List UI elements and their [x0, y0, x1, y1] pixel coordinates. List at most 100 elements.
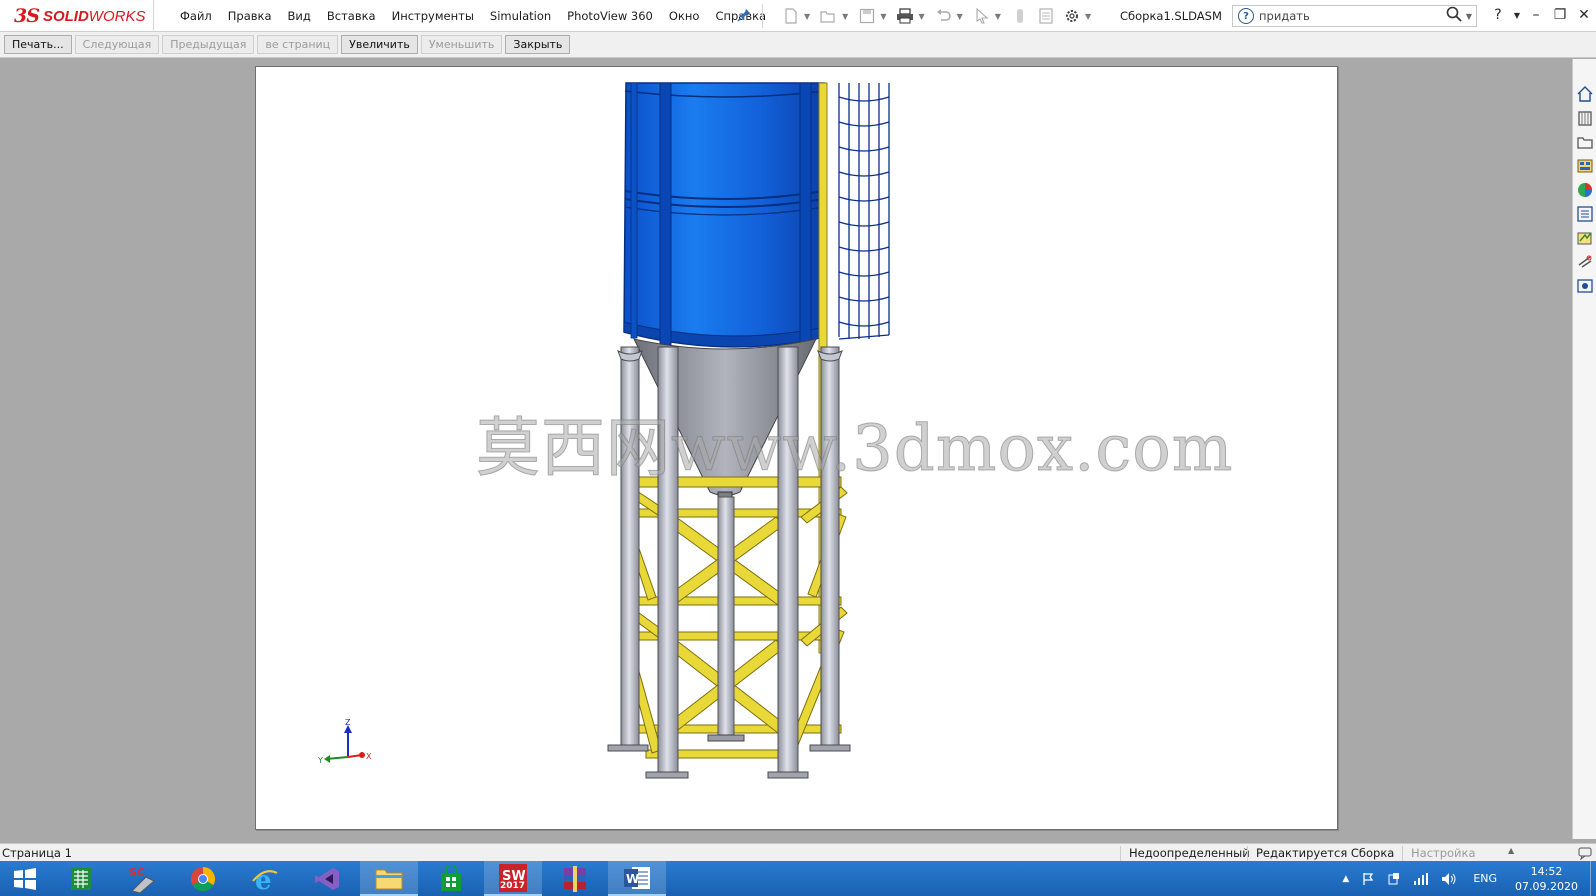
- store-icon: [441, 864, 461, 891]
- action-center-flag-icon[interactable]: [1361, 872, 1375, 886]
- undo-dropdown-caret[interactable]: ▼: [957, 12, 963, 21]
- file-properties-icon[interactable]: [1033, 5, 1059, 27]
- network-icon[interactable]: [1413, 872, 1429, 886]
- taskbar-solidworks-app[interactable]: SW 2017: [484, 861, 542, 896]
- chrome-icon: [191, 866, 215, 891]
- open-dropdown-caret[interactable]: ▼: [842, 12, 848, 21]
- previous-page-button[interactable]: Предыдущая: [162, 35, 255, 54]
- search-icon[interactable]: [1446, 6, 1462, 26]
- design-library-icon[interactable]: [1576, 109, 1594, 127]
- page-indicator: Страница 1: [2, 846, 72, 860]
- minimize-button[interactable]: –: [1524, 4, 1548, 26]
- taskbar-ie-app[interactable]: e: [236, 861, 294, 896]
- cage-ladder: [838, 83, 890, 340]
- solidworks-logo[interactable]: 3S SOLIDWORKS: [0, 0, 154, 32]
- language-indicator[interactable]: ENG: [1473, 872, 1497, 885]
- clock-time: 14:52: [1530, 864, 1563, 878]
- taskbar-calculator-app[interactable]: [52, 861, 110, 896]
- toolbox-icon[interactable]: [1576, 253, 1594, 271]
- clock-date: 07.09.2020: [1515, 879, 1578, 893]
- menu-photoview[interactable]: PhotoView 360: [559, 9, 661, 23]
- axis-triad: Z Y X: [318, 719, 372, 765]
- options-gear-icon[interactable]: [1059, 5, 1085, 27]
- save-icon[interactable]: [854, 5, 880, 27]
- search-dropdown-caret[interactable]: ▼: [1466, 12, 1472, 21]
- document-title: Сборка1.SLDASM: [1120, 9, 1222, 23]
- new-dropdown-caret[interactable]: ▼: [804, 12, 810, 21]
- quick-access-toolbar: ▼ ▼ ▼ ▼ ▼ ▼ ▼: [778, 4, 1097, 28]
- menu-insert[interactable]: Вставка: [319, 9, 384, 23]
- help-button[interactable]: ?: [1486, 4, 1510, 26]
- taskbar-file-explorer-app[interactable]: [360, 861, 418, 896]
- menu-file[interactable]: Файл: [172, 9, 220, 23]
- zoom-in-button[interactable]: Увеличить: [341, 35, 418, 54]
- taskbar-sc-app[interactable]: SC: [114, 861, 172, 896]
- menu-view[interactable]: Вид: [280, 9, 319, 23]
- new-document-icon[interactable]: [778, 5, 804, 27]
- search-box[interactable]: ? придать ▼: [1232, 5, 1477, 27]
- show-desktop-button[interactable]: [1590, 861, 1596, 896]
- custom-properties-icon[interactable]: [1576, 205, 1594, 223]
- sc-app-icon: SC: [129, 866, 155, 893]
- search-input[interactable]: придать: [1259, 9, 1446, 23]
- title-bar: 3S SOLIDWORKS Файл Правка Вид Вставка Ин…: [0, 0, 1596, 32]
- winrar-icon: [564, 865, 586, 892]
- home-icon[interactable]: [1576, 85, 1594, 103]
- pages-button[interactable]: ве страниц: [257, 35, 339, 54]
- taskbar-chrome-app[interactable]: [174, 861, 232, 896]
- logo-word-light: WORKS: [88, 7, 146, 25]
- settings-caret[interactable]: ▲: [1508, 846, 1514, 855]
- logo-word-bold: SOLID: [42, 7, 89, 25]
- rebuild-icon[interactable]: [1007, 5, 1033, 27]
- select-dropdown-caret[interactable]: ▼: [995, 12, 1001, 21]
- close-button[interactable]: ✕: [1572, 4, 1596, 26]
- task-pane: [1572, 59, 1596, 839]
- file-explorer-icon[interactable]: [1576, 133, 1594, 151]
- menu-tools[interactable]: Инструменты: [384, 9, 482, 23]
- windows-taskbar: SC e SW 2017 W ▲ ENG 14:52 07.09.2020: [0, 861, 1596, 896]
- show-hidden-icons-icon[interactable]: ▲: [1342, 874, 1349, 884]
- next-page-button[interactable]: Следующая: [74, 35, 160, 54]
- open-icon[interactable]: [816, 5, 842, 27]
- print-button[interactable]: Печать...: [4, 35, 72, 54]
- volume-icon[interactable]: [1441, 872, 1457, 886]
- restore-button[interactable]: ❐: [1548, 4, 1572, 26]
- pin-icon[interactable]: [737, 8, 751, 26]
- select-icon[interactable]: [969, 5, 995, 27]
- preview-page[interactable]: 莫西网www.3dmox.com Z Y X: [255, 66, 1338, 830]
- settings-status[interactable]: Настройка: [1402, 846, 1520, 861]
- status-tooltip-icon[interactable]: [1578, 846, 1592, 860]
- appearances-icon[interactable]: [1576, 181, 1594, 199]
- view-palette-icon[interactable]: [1576, 157, 1594, 175]
- folder-icon: [375, 869, 403, 889]
- device-icon[interactable]: [1387, 872, 1401, 886]
- watermark-text: 莫西网www.3dmox.com: [476, 412, 1234, 487]
- taskbar-store-app[interactable]: [422, 861, 480, 896]
- print-icon[interactable]: [892, 5, 918, 27]
- options-dropdown-caret[interactable]: ▼: [1085, 12, 1091, 21]
- solidworks-forum-icon[interactable]: [1576, 229, 1594, 247]
- system-tray: ▲ ENG 14:52 07.09.2020: [1336, 861, 1596, 896]
- triad-z-label: Z: [345, 719, 351, 727]
- print-preview-area: 莫西网www.3dmox.com Z Y X: [0, 59, 1572, 839]
- taskbar-word-app[interactable]: W: [608, 861, 666, 896]
- triad-x-label: X: [366, 752, 372, 761]
- print-dropdown-caret[interactable]: ▼: [918, 12, 924, 21]
- start-button[interactable]: [0, 861, 50, 896]
- visual-studio-icon: [315, 867, 339, 890]
- search-help-icon[interactable]: ?: [1238, 8, 1254, 24]
- recording-icon[interactable]: [1576, 277, 1594, 295]
- undo-icon[interactable]: [931, 5, 957, 27]
- taskbar-visual-studio-app[interactable]: [298, 861, 356, 896]
- close-preview-button[interactable]: Закрыть: [505, 35, 571, 54]
- taskbar-winrar-app[interactable]: [546, 861, 604, 896]
- menu-edit[interactable]: Правка: [220, 9, 280, 23]
- zoom-out-button[interactable]: Уменьшить: [420, 35, 503, 54]
- logo-wordmark: SOLIDWORKS: [43, 8, 146, 25]
- help-dropdown-caret[interactable]: ▼: [1510, 4, 1524, 26]
- system-clock[interactable]: 14:52 07.09.2020: [1515, 864, 1578, 894]
- save-dropdown-caret[interactable]: ▼: [880, 12, 886, 21]
- svg-text:e: e: [255, 866, 272, 893]
- menu-window[interactable]: Окно: [661, 9, 708, 23]
- menu-simulation[interactable]: Simulation: [482, 9, 559, 23]
